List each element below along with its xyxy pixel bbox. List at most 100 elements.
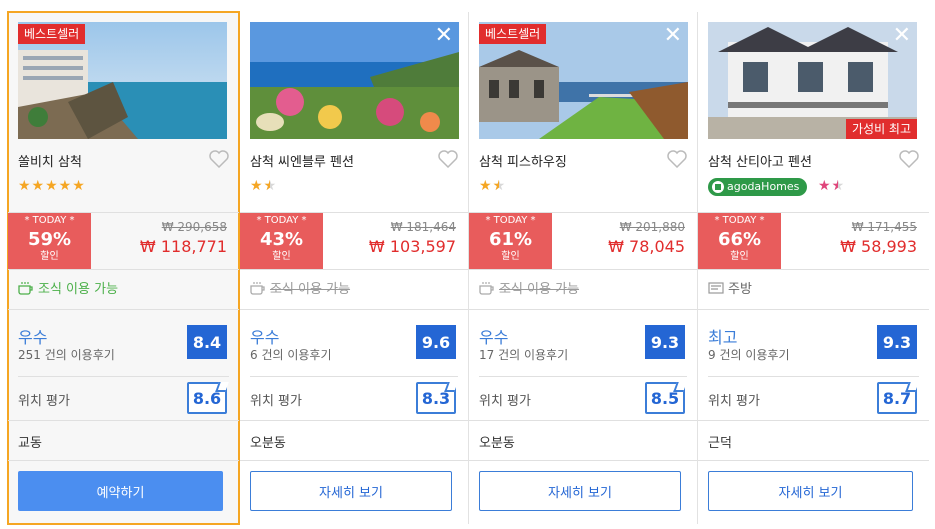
hotel-photo[interactable]: ✕ 가성비 최고: [708, 22, 917, 139]
heart-icon[interactable]: [438, 150, 458, 168]
review-count[interactable]: 9 건의 이용후기: [708, 346, 790, 363]
discount-label: 할인: [272, 251, 291, 262]
divider: [240, 420, 468, 421]
divider: [469, 269, 697, 270]
divider: [469, 460, 697, 461]
breakfast-amenity: 조식 이용 가능: [18, 278, 118, 297]
hotel-card-1[interactable]: 베스트셀러 쏠비치 삼척 ★★★★★ * TODAY * 59% 할인 ₩ 29…: [7, 11, 240, 525]
details-button[interactable]: 자세히 보기: [479, 471, 681, 511]
divider: [240, 309, 468, 310]
area-name: 오분동: [250, 436, 286, 451]
sale-price: ₩ 78,045: [608, 237, 685, 256]
original-price: ₩ 171,455: [851, 220, 917, 234]
area-name: 오분동: [479, 436, 515, 451]
breakfast-amenity: 조식 이용 가능: [250, 278, 350, 297]
kitchen-icon: [708, 281, 724, 294]
divider: [18, 376, 229, 377]
details-button[interactable]: 자세히 보기: [250, 471, 452, 511]
original-price: ₩ 181,464: [390, 220, 456, 234]
review-count[interactable]: 251 건의 이용후기: [18, 346, 115, 363]
location-rating-label: 위치 평가: [18, 394, 70, 409]
divider: [8, 309, 239, 310]
rating-word: 우수: [479, 328, 509, 347]
hotel-name[interactable]: 쏠비치 삼척: [18, 151, 82, 170]
amenity-label: 조식 이용 가능: [270, 282, 351, 297]
today-label: * TODAY *: [256, 215, 307, 226]
rating-word: 최고: [708, 328, 738, 347]
divider: [250, 376, 458, 377]
review-score: 8.4: [187, 325, 227, 359]
review-score: 9.3: [877, 325, 917, 359]
hotel-name[interactable]: 삼척 산티아고 펜션: [708, 151, 812, 170]
hotel-card-4[interactable]: ✕ 가성비 최고 삼척 산티아고 펜션 agodaHomes ★★ * TODA…: [698, 12, 929, 524]
divider: [8, 420, 239, 421]
location-score: 8.7: [877, 382, 917, 414]
today-deal-badge: * TODAY * 66% 할인: [698, 213, 781, 269]
heart-icon[interactable]: [667, 150, 687, 168]
coffee-cup-icon: [18, 281, 33, 295]
divider: [698, 460, 929, 461]
star-rating: ★★: [250, 178, 277, 194]
agoda-homes-badge: agodaHomes: [708, 178, 808, 196]
coffee-cup-icon: [250, 281, 265, 295]
sale-price: ₩ 58,993: [840, 237, 917, 256]
area-name: 근덕: [708, 436, 732, 451]
today-label: * TODAY *: [24, 215, 75, 226]
today-label: * TODAY *: [714, 215, 765, 226]
discount-label: 할인: [501, 251, 520, 262]
star-rating: ★★: [818, 178, 845, 194]
location-score: 8.3: [416, 382, 456, 414]
book-button[interactable]: 예약하기: [18, 471, 223, 511]
coffee-cup-icon: [479, 281, 494, 295]
today-label: * TODAY *: [485, 215, 536, 226]
hotel-card-3[interactable]: 베스트셀러 ✕ 삼척 피스하우징 ★★ * TODAY * 61% 할인 ₩ 2…: [469, 12, 697, 524]
location-rating-label: 위치 평가: [708, 394, 760, 409]
discount-percent: 61%: [488, 229, 533, 250]
rating-word: 우수: [250, 328, 280, 347]
close-icon[interactable]: ✕: [893, 24, 911, 48]
review-count[interactable]: 17 건의 이용후기: [479, 346, 568, 363]
divider: [479, 376, 687, 377]
review-score: 9.6: [416, 325, 456, 359]
heart-icon[interactable]: [899, 150, 919, 168]
close-icon[interactable]: ✕: [664, 24, 682, 48]
original-price: ₩ 290,658: [161, 220, 227, 234]
heart-icon[interactable]: [209, 150, 229, 168]
bestseller-badge: 베스트셀러: [18, 24, 86, 44]
best-value-badge: 가성비 최고: [845, 119, 917, 139]
amenity-label: 조식 이용 가능: [38, 282, 119, 297]
amenity-label: 주방: [728, 282, 752, 297]
divider: [240, 269, 468, 270]
amenity-label: 조식 이용 가능: [499, 282, 580, 297]
divider: [469, 309, 697, 310]
divider: [698, 420, 929, 421]
today-deal-badge: * TODAY * 61% 할인: [469, 213, 552, 269]
discount-percent: 43%: [259, 229, 304, 250]
sale-price: ₩ 118,771: [139, 237, 227, 256]
divider: [8, 460, 239, 461]
hotel-photo-image: [250, 22, 459, 139]
home-icon: [712, 181, 724, 193]
hotel-photo[interactable]: 베스트셀러 ✕: [479, 22, 688, 139]
hotel-name[interactable]: 삼척 씨엔블루 펜션: [250, 151, 354, 170]
bestseller-badge: 베스트셀러: [479, 24, 547, 44]
today-deal-badge: * TODAY * 43% 할인: [240, 213, 323, 269]
divider: [469, 420, 697, 421]
divider: [708, 376, 919, 377]
divider: [698, 269, 929, 270]
sale-price: ₩ 103,597: [368, 237, 456, 256]
hotel-photo[interactable]: ✕: [250, 22, 459, 139]
review-count[interactable]: 6 건의 이용후기: [250, 346, 332, 363]
review-score: 9.3: [645, 325, 685, 359]
divider: [698, 309, 929, 310]
discount-label: 할인: [40, 251, 59, 262]
details-button[interactable]: 자세히 보기: [708, 471, 913, 511]
hotel-card-2[interactable]: ✕ 삼척 씨엔블루 펜션 ★★ * TODAY * 43% 할인 ₩ 181,4…: [240, 12, 468, 524]
location-score: 8.6: [187, 382, 227, 414]
divider: [8, 269, 239, 270]
close-icon[interactable]: ✕: [435, 24, 453, 48]
breakfast-amenity: 조식 이용 가능: [479, 278, 579, 297]
hotel-photo[interactable]: 베스트셀러: [18, 22, 227, 139]
star-rating: ★★: [479, 178, 506, 194]
hotel-name[interactable]: 삼척 피스하우징: [479, 151, 567, 170]
